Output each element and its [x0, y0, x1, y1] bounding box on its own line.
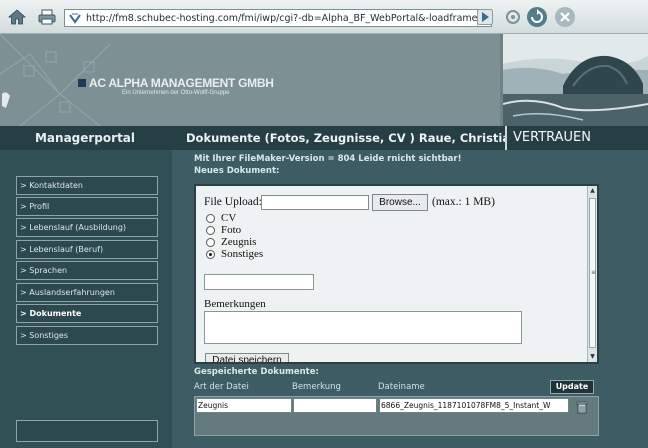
- trash-icon[interactable]: [575, 399, 589, 414]
- go-arrow-icon[interactable]: [476, 8, 494, 26]
- browser-toolbar: http://fm8.schubec-hosting.com/fmi/iwp/c…: [0, 0, 648, 34]
- update-button[interactable]: Update: [550, 380, 594, 394]
- saved-documents-table: Zeugnis 6866_Zeugnis_1187101078FM8_5_Ins…: [194, 396, 599, 436]
- radio-selected-icon[interactable]: [206, 249, 215, 259]
- refresh-icon[interactable]: [526, 6, 548, 28]
- scroll-up-arrow-icon[interactable]: ▲: [588, 186, 597, 196]
- browse-button[interactable]: Browse...: [372, 194, 428, 211]
- slogan-label: VERTRAUEN: [505, 126, 648, 150]
- page-title: Dokumente (Fotos, Zeugnisse, CV ) Raue, …: [186, 131, 519, 145]
- sidebar: > Kontaktdaten > Profil > Lebenslauf (Au…: [0, 150, 172, 448]
- sidebar-item-lebenslauf-beruf[interactable]: > Lebenslauf (Beruf): [16, 240, 158, 259]
- max-size-note: (max.: 1 MB): [432, 196, 495, 208]
- radio-circle-icon[interactable]: [206, 237, 215, 247]
- scroll-grip-icon: ≡: [590, 269, 597, 276]
- sidebar-item-sprachen[interactable]: > Sprachen: [16, 261, 158, 280]
- scroll-thumb[interactable]: ≡: [589, 198, 596, 348]
- star-icon[interactable]: [502, 6, 524, 28]
- radio-option-cv[interactable]: CV: [206, 212, 236, 224]
- column-header-bemerkung: Bemerkung: [292, 382, 341, 392]
- company-logo[interactable]: AC ALPHA MANAGEMENT GMBH: [78, 76, 274, 90]
- sidebar-footer-box: [16, 420, 158, 442]
- company-name: AC ALPHA MANAGEMENT GMBH: [89, 76, 274, 90]
- file-upload-input[interactable]: [261, 195, 369, 210]
- print-icon[interactable]: [36, 6, 58, 28]
- upload-form-frame: File Upload: Browse... (max.: 1 MB) CV F…: [194, 184, 599, 364]
- radio-circle-icon[interactable]: [206, 225, 215, 235]
- column-header-art: Art der Datei: [194, 382, 249, 392]
- radio-circle-icon[interactable]: [206, 213, 215, 223]
- radio-label: Foto: [221, 224, 242, 236]
- address-bar[interactable]: http://fm8.schubec-hosting.com/fmi/iwp/c…: [64, 9, 492, 27]
- browser-window: http://fm8.schubec-hosting.com/fmi/iwp/c…: [0, 0, 648, 448]
- company-tagline: Ein Unternehmen der Otto-Wolff-Gruppe: [122, 90, 230, 96]
- version-warning: Mit Ihrer FileMaker-Version = 804 Leide …: [194, 154, 462, 164]
- logo-banner: AC ALPHA MANAGEMENT GMBH Ein Unternehmen…: [0, 34, 500, 126]
- cell-dateiname[interactable]: 6866_Zeugnis_1187101078FM8_5_Instant_W: [379, 398, 569, 413]
- bemerkungen-label: Bemerkungen: [204, 298, 266, 310]
- saved-documents-heading: Gespeicherte Dokumente:: [194, 367, 319, 377]
- url-text: http://fm8.schubec-hosting.com/fmi/iwp/c…: [86, 12, 477, 24]
- sidebar-item-sonstiges[interactable]: > Sonstiges: [16, 326, 158, 345]
- file-upload-label: File Upload:: [204, 196, 262, 208]
- portal-title: Managerportal: [34, 131, 136, 145]
- new-document-heading: Neues Dokument:: [194, 166, 280, 176]
- radio-option-sonstiges[interactable]: Sonstiges: [206, 248, 263, 260]
- main-content: Mit Ihrer FileMaker-Version = 804 Leide …: [172, 150, 648, 448]
- sidebar-item-kontaktdaten[interactable]: > Kontaktdaten: [16, 176, 158, 195]
- document-text-input[interactable]: [204, 274, 314, 290]
- radio-label: CV: [221, 212, 237, 224]
- radio-label: Zeugnis: [221, 236, 257, 248]
- site-favicon-icon: [69, 13, 81, 24]
- scroll-down-arrow-icon[interactable]: ▼: [588, 352, 597, 362]
- cell-art[interactable]: Zeugnis: [196, 398, 292, 413]
- form-scrollbar[interactable]: ▲ ≡ ▼: [587, 186, 597, 362]
- home-icon[interactable]: [6, 6, 28, 28]
- stop-icon[interactable]: [554, 6, 576, 28]
- nav-bar: Managerportal Dokumente (Fotos, Zeugniss…: [0, 126, 648, 150]
- sidebar-item-profil[interactable]: > Profil: [16, 197, 158, 216]
- radio-option-zeugnis[interactable]: Zeugnis: [206, 236, 256, 248]
- radio-option-foto[interactable]: Foto: [206, 224, 241, 236]
- save-file-button[interactable]: Datei speichern: [205, 353, 289, 362]
- column-header-dateiname: Dateiname: [378, 382, 425, 392]
- cell-bemerkung[interactable]: [293, 398, 377, 413]
- sidebar-item-dokumente[interactable]: > Dokumente: [16, 304, 158, 323]
- site-header: AC ALPHA MANAGEMENT GMBH Ein Unternehmen…: [0, 34, 648, 126]
- header-photo: [503, 34, 648, 126]
- logo-square-icon: [78, 79, 86, 87]
- radio-label: Sonstiges: [221, 248, 264, 260]
- sidebar-item-auslandserfahrungen[interactable]: > Auslandserfahrungen: [16, 283, 158, 302]
- bemerkungen-textarea[interactable]: [204, 311, 522, 344]
- sidebar-item-lebenslauf-ausbildung[interactable]: > Lebenslauf (Ausbildung): [16, 218, 158, 237]
